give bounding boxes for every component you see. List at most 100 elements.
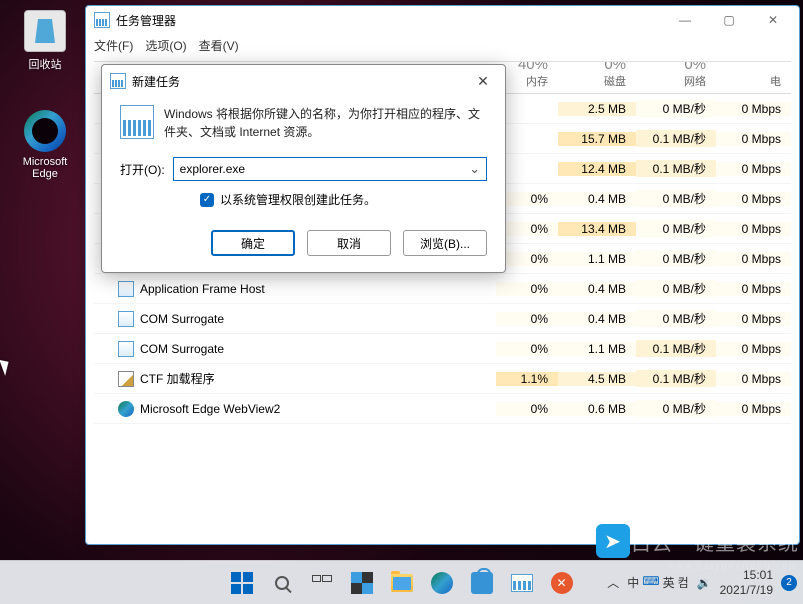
- volume-icon[interactable]: 🔉: [697, 576, 712, 590]
- cell-net: 0 Mbps: [716, 222, 791, 236]
- folder-icon: [391, 574, 413, 592]
- notification-icon[interactable]: 2: [781, 575, 797, 591]
- taskbar: ✕ ︿ 中 ⌨ 英 컴 🔉 15:01 2021/7/19 2: [0, 560, 803, 604]
- process-name: CTF 加载程序: [140, 370, 215, 387]
- dialog-title: 新建任务: [132, 73, 469, 90]
- browse-button[interactable]: 浏览(B)...: [403, 230, 487, 256]
- cell-cpu: 0%: [496, 342, 558, 356]
- close-button[interactable]: ✕: [751, 6, 795, 34]
- cell-mem: 0.4 MB: [558, 282, 636, 296]
- widgets-button[interactable]: [344, 565, 380, 601]
- dialog-close-button[interactable]: ✕: [469, 73, 497, 90]
- cell-mem: 12.4 MB: [558, 162, 636, 176]
- process-name: COM Surrogate: [140, 342, 224, 356]
- dialog-titlebar[interactable]: 新建任务 ✕: [102, 65, 505, 97]
- chart-icon: [511, 574, 533, 592]
- cursor-icon: [0, 357, 13, 376]
- taskview-button[interactable]: [304, 565, 340, 601]
- cell-net: 0 Mbps: [716, 372, 791, 386]
- widgets-icon: [351, 572, 373, 594]
- ime-indicator[interactable]: 中 ⌨ 英 컴: [627, 574, 688, 591]
- search-button[interactable]: [264, 565, 300, 601]
- store-button[interactable]: [464, 565, 500, 601]
- cell-disk: 0 MB/秒: [636, 250, 716, 267]
- cell-mem: 2.5 MB: [558, 102, 636, 116]
- ok-button[interactable]: 确定: [211, 230, 295, 256]
- cell-net: 0 Mbps: [716, 312, 791, 326]
- cell-cpu: 0%: [496, 282, 558, 296]
- process-icon: [118, 311, 134, 327]
- minimize-button[interactable]: —: [663, 6, 707, 34]
- col-net[interactable]: 0%网络: [636, 61, 716, 89]
- cell-disk: 0 MB/秒: [636, 100, 716, 117]
- cell-net: 0 Mbps: [716, 402, 791, 416]
- explorer-button[interactable]: [384, 565, 420, 601]
- process-icon: [118, 341, 134, 357]
- cell-net: 0 Mbps: [716, 162, 791, 176]
- dialog-desc: Windows 将根据你所键入的名称，为你打开相应的程序、文件夹、文档或 Int…: [164, 105, 487, 141]
- admin-checkbox-row[interactable]: ✓ 以系统管理权限创建此任务。: [102, 185, 505, 216]
- taskmgr-icon: [94, 12, 110, 28]
- cell-net: 0 Mbps: [716, 282, 791, 296]
- cell-net: 0 Mbps: [716, 132, 791, 146]
- task-manager-window: 任务管理器 — ▢ ✕ 文件(F) 选项(O) 查看(V) 40%内存 0%磁盘…: [85, 5, 800, 545]
- table-row[interactable]: COM Surrogate 0% 1.1 MB 0.1 MB/秒 0 Mbps: [94, 334, 791, 364]
- process-icon: [118, 281, 134, 297]
- cell-disk: 0 MB/秒: [636, 220, 716, 237]
- cell-disk: 0.1 MB/秒: [636, 370, 716, 387]
- cell-mem: 1.1 MB: [558, 342, 636, 356]
- edge-shortcut[interactable]: Microsoft Edge: [10, 110, 80, 180]
- search-icon: [275, 576, 289, 590]
- edge-icon: [24, 110, 66, 152]
- cell-disk: 0 MB/秒: [636, 280, 716, 297]
- close-app-button[interactable]: ✕: [544, 565, 580, 601]
- col-disk[interactable]: 0%磁盘: [558, 61, 636, 89]
- menubar: 文件(F) 选项(O) 查看(V): [86, 34, 799, 56]
- cell-disk: 0 MB/秒: [636, 400, 716, 417]
- clock[interactable]: 15:01 2021/7/19: [720, 568, 773, 598]
- cell-mem: 1.1 MB: [558, 252, 636, 266]
- cell-net: 0 Mbps: [716, 102, 791, 116]
- taskmgr-button[interactable]: [504, 565, 540, 601]
- menu-view[interactable]: 查看(V): [199, 37, 239, 54]
- recycle-bin[interactable]: 回收站: [10, 10, 80, 72]
- cell-net: 0 Mbps: [716, 342, 791, 356]
- titlebar[interactable]: 任务管理器 — ▢ ✕: [86, 6, 799, 34]
- process-icon: [118, 401, 134, 417]
- run-icon: [120, 105, 154, 139]
- start-button[interactable]: [224, 565, 260, 601]
- cell-cpu: 0%: [496, 402, 558, 416]
- cell-net: 0 Mbps: [716, 252, 791, 266]
- process-name: Application Frame Host: [140, 282, 265, 296]
- process-name: Microsoft Edge WebView2: [140, 402, 280, 416]
- admin-label: 以系统管理权限创建此任务。: [220, 191, 376, 208]
- menu-options[interactable]: 选项(O): [145, 37, 186, 54]
- edge-label: Microsoft Edge: [10, 156, 80, 180]
- table-row[interactable]: CTF 加载程序 1.1% 4.5 MB 0.1 MB/秒 0 Mbps: [94, 364, 791, 394]
- taskview-icon: [312, 575, 332, 591]
- cell-mem: 4.5 MB: [558, 372, 636, 386]
- open-combobox[interactable]: explorer.exe: [173, 157, 487, 181]
- table-row[interactable]: COM Surrogate 0% 0.4 MB 0 MB/秒 0 Mbps: [94, 304, 791, 334]
- table-row[interactable]: Microsoft Edge WebView2 0% 0.6 MB 0 MB/秒…: [94, 394, 791, 424]
- process-name: COM Surrogate: [140, 312, 224, 326]
- recycle-label: 回收站: [10, 56, 80, 72]
- process-icon: [118, 371, 134, 387]
- table-row[interactable]: Application Frame Host 0% 0.4 MB 0 MB/秒 …: [94, 274, 791, 304]
- col-pow[interactable]: 电: [716, 73, 791, 89]
- cell-disk: 0.1 MB/秒: [636, 160, 716, 177]
- cancel-button[interactable]: 取消: [307, 230, 391, 256]
- cell-cpu: 0%: [496, 312, 558, 326]
- cell-mem: 0.4 MB: [558, 192, 636, 206]
- cell-disk: 0.1 MB/秒: [636, 130, 716, 147]
- x-icon: ✕: [551, 572, 573, 594]
- cell-cpu: 1.1%: [496, 372, 558, 386]
- new-task-dialog: 新建任务 ✕ Windows 将根据你所键入的名称，为你打开相应的程序、文件夹、…: [101, 64, 506, 273]
- store-icon: [471, 572, 493, 594]
- menu-file[interactable]: 文件(F): [94, 37, 133, 54]
- recycle-icon: [24, 10, 66, 52]
- cell-disk: 0.1 MB/秒: [636, 340, 716, 357]
- maximize-button[interactable]: ▢: [707, 6, 751, 34]
- edge-button[interactable]: [424, 565, 460, 601]
- tray-chevron-icon[interactable]: ︿: [607, 574, 619, 591]
